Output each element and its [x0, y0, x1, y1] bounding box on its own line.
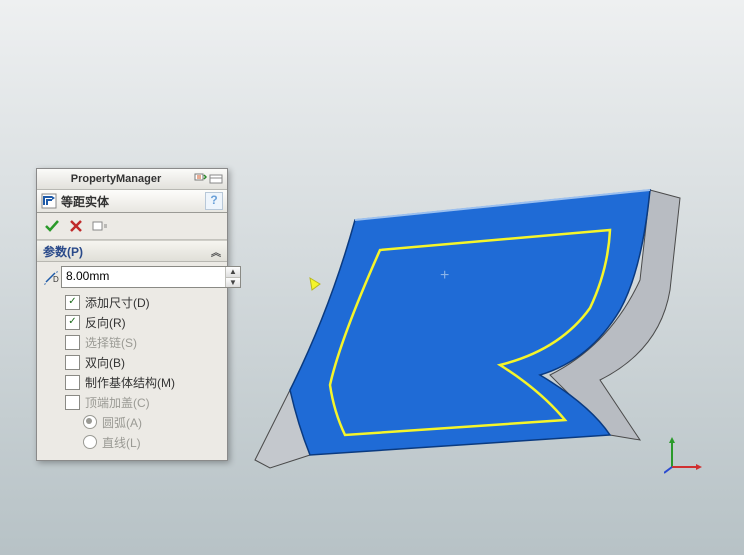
- feature-title-bar: 等距实体 ?: [37, 190, 227, 213]
- offset-entities-icon: [41, 193, 57, 209]
- viewport: + PropertyManager: [0, 0, 744, 555]
- parameters-group-title: 参数(P): [43, 243, 83, 260]
- add-dimension-label: 添加尺寸(D): [85, 294, 150, 311]
- add-dimension-row[interactable]: ✓ 添加尺寸(D): [43, 292, 221, 312]
- svg-text:D: D: [53, 275, 59, 284]
- cap-line-radio: [83, 435, 97, 449]
- help-icon[interactable]: ?: [205, 192, 223, 210]
- cap-ends-label: 顶端加盖(C): [85, 394, 150, 411]
- view-triad[interactable]: [664, 435, 704, 475]
- feature-name-label: 等距实体: [61, 193, 205, 210]
- pin-icon[interactable]: [193, 172, 207, 186]
- cap-arc-radio: [83, 415, 97, 429]
- panel-header: PropertyManager: [37, 169, 227, 190]
- cap-arc-row: 圆弧(A): [43, 412, 221, 432]
- panel-title: PropertyManager: [41, 173, 191, 185]
- select-chain-label: 选择链(S): [85, 334, 137, 351]
- offset-distance-field[interactable]: [62, 267, 225, 285]
- add-dimension-checkbox[interactable]: ✓: [65, 295, 80, 310]
- bidirectional-checkbox[interactable]: ✓: [65, 355, 80, 370]
- base-construction-row[interactable]: ✓ 制作基体结构(M): [43, 372, 221, 392]
- chevron-up-icon: ︽: [211, 244, 221, 259]
- cap-arc-label: 圆弧(A): [102, 414, 142, 431]
- offset-distance-row: D ▲ ▼: [43, 266, 221, 288]
- offset-distance-input[interactable]: ▲ ▼: [61, 266, 241, 288]
- select-chain-row: ✓ 选择链(S): [43, 332, 221, 352]
- reverse-row[interactable]: ✓ 反向(R): [43, 312, 221, 332]
- svg-text:+: +: [440, 267, 449, 284]
- reverse-label: 反向(R): [85, 314, 126, 331]
- model-view: +: [240, 150, 720, 510]
- panel-menu-icon[interactable]: [209, 172, 223, 186]
- cap-line-row: 直线(L): [43, 432, 221, 452]
- detailed-preview-button[interactable]: [91, 217, 109, 235]
- property-manager-panel: PropertyManager 等距实体 ?: [36, 168, 228, 461]
- cap-ends-checkbox: ✓: [65, 395, 80, 410]
- base-construction-checkbox[interactable]: ✓: [65, 375, 80, 390]
- parameters-group-body: D ▲ ▼ ✓ 添加尺寸(D) ✓ 反向(R): [37, 262, 227, 460]
- select-chain-checkbox: ✓: [65, 335, 80, 350]
- spin-up-button[interactable]: ▲: [226, 267, 240, 278]
- parameters-group-header[interactable]: 参数(P) ︽: [37, 240, 227, 262]
- spin-down-button[interactable]: ▼: [226, 278, 240, 288]
- bidirectional-row[interactable]: ✓ 双向(B): [43, 352, 221, 372]
- cap-line-label: 直线(L): [102, 434, 141, 451]
- cap-ends-row: ✓ 顶端加盖(C): [43, 392, 221, 412]
- offset-distance-icon: D: [43, 266, 61, 288]
- action-bar: [37, 213, 227, 240]
- ok-button[interactable]: [43, 217, 61, 235]
- cancel-button[interactable]: [67, 217, 85, 235]
- reverse-checkbox[interactable]: ✓: [65, 315, 80, 330]
- graphics-area[interactable]: +: [240, 150, 720, 510]
- bidirectional-label: 双向(B): [85, 354, 125, 371]
- base-construction-label: 制作基体结构(M): [85, 374, 175, 391]
